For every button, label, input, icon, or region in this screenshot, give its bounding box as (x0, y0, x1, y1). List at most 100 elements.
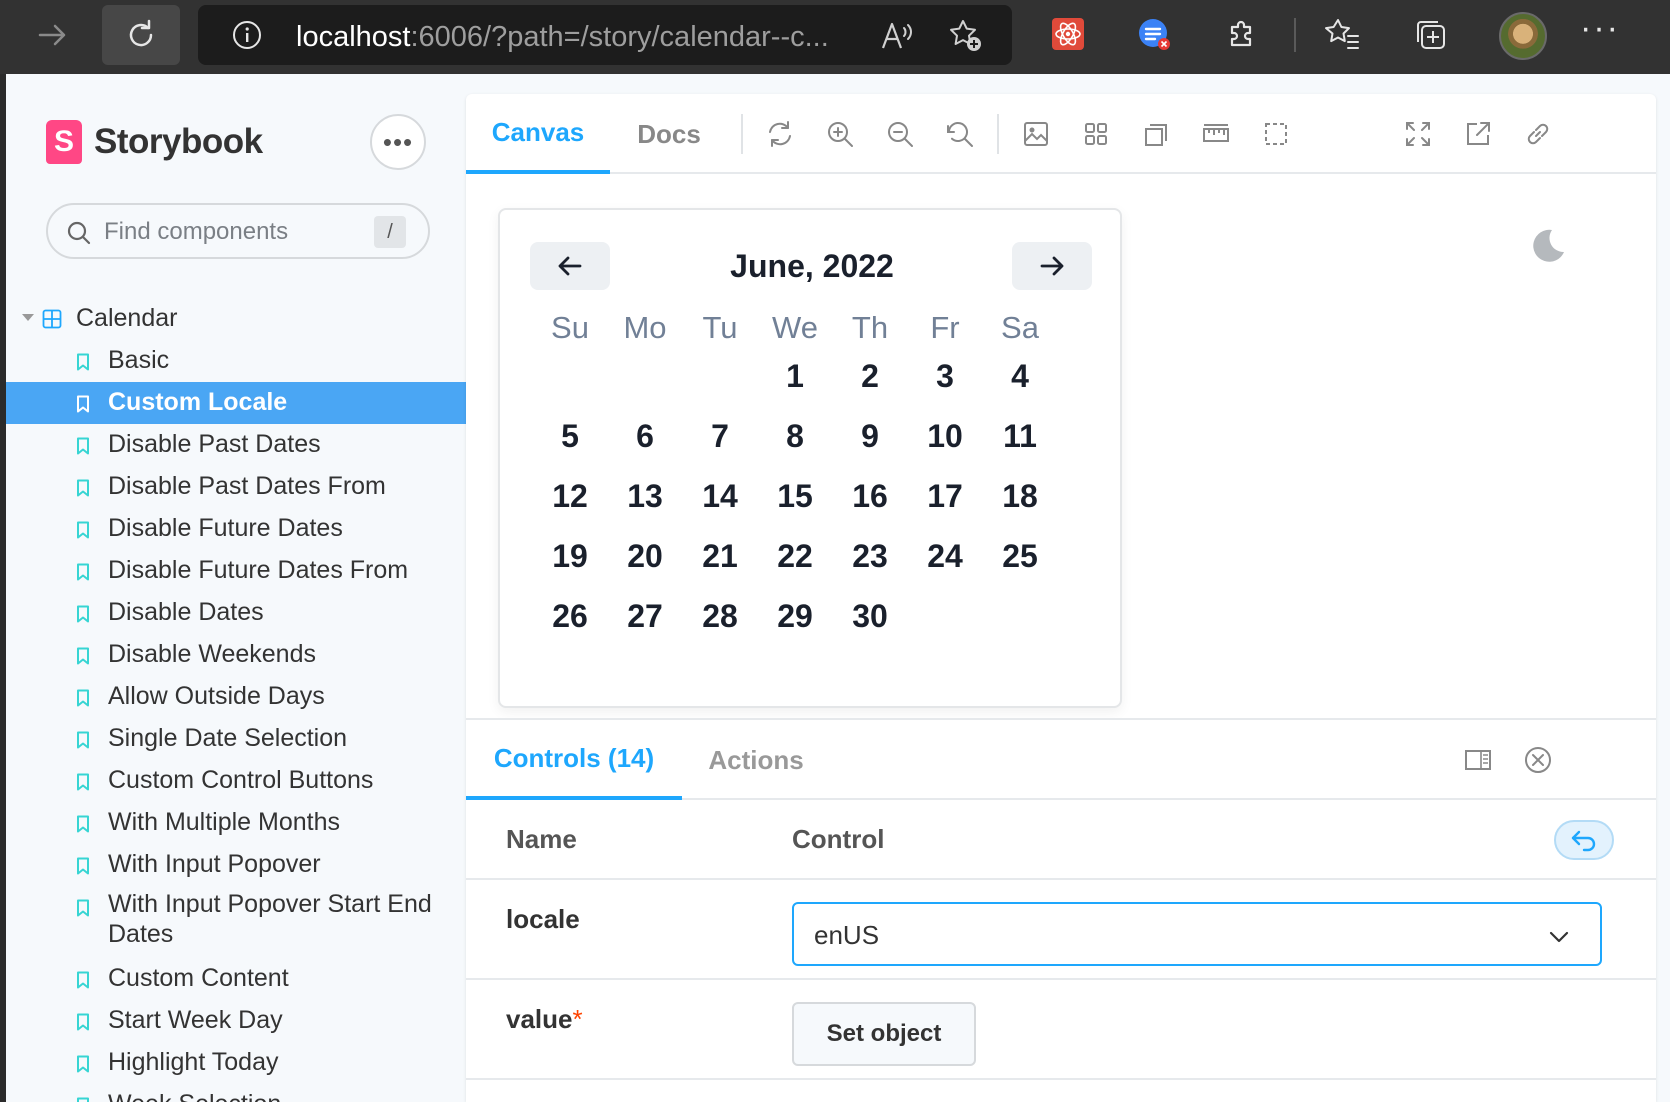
column-control-header: Control (792, 824, 885, 854)
calendar-day[interactable]: 26 (530, 586, 610, 646)
calendar-day[interactable]: 25 (980, 526, 1060, 586)
locale-select[interactable]: enUS (792, 902, 1602, 966)
story-item-label: Custom Content (108, 964, 289, 992)
calendar-day[interactable]: 14 (680, 466, 760, 526)
story-item[interactable]: Disable Past Dates (6, 424, 466, 466)
caret-down-icon[interactable] (22, 314, 34, 321)
story-item[interactable]: Disable Future Dates (6, 508, 466, 550)
zoom-out-button[interactable] (882, 116, 918, 152)
more-options-icon[interactable]: ··· (1580, 11, 1620, 52)
remount-button[interactable] (762, 116, 798, 152)
calendar-day[interactable]: 30 (830, 586, 910, 646)
address-bar[interactable]: localhost:6006/?path=/story/calendar--c.… (198, 5, 1012, 65)
story-item[interactable]: Custom Locale (6, 382, 466, 424)
search-input[interactable] (104, 213, 364, 251)
info-icon[interactable] (232, 20, 262, 50)
profile-avatar[interactable] (1499, 12, 1547, 60)
favorites-button[interactable] (1322, 14, 1362, 54)
story-item[interactable]: With Input Popover (6, 844, 466, 886)
reset-controls-button[interactable] (1554, 820, 1614, 860)
tab-controls[interactable]: Controls (14) (466, 720, 682, 800)
bookmark-icon (77, 647, 89, 665)
calendar-day[interactable]: 6 (605, 406, 685, 466)
tab-canvas[interactable]: Canvas (466, 94, 610, 174)
story-item[interactable]: With Input Popover Start End Dates (6, 886, 466, 958)
calendar-day[interactable]: 3 (905, 346, 985, 406)
calendar-day[interactable]: 2 (830, 346, 910, 406)
panel-orientation-icon[interactable] (1462, 744, 1494, 776)
calendar-day[interactable]: 29 (755, 586, 835, 646)
story-item[interactable]: With Multiple Months (6, 802, 466, 844)
grid-button[interactable] (1078, 116, 1114, 152)
calendar-day[interactable]: 10 (905, 406, 985, 466)
sidebar-menu-button[interactable]: ••• (370, 114, 426, 170)
extensions-button[interactable] (1222, 14, 1262, 54)
calendar-day[interactable]: 18 (980, 466, 1060, 526)
set-object-button[interactable]: Set object (792, 1002, 976, 1066)
react-devtools-extension[interactable] (1048, 14, 1088, 54)
copy-link-button[interactable] (1520, 116, 1556, 152)
tree-group-calendar[interactable]: Calendar (6, 298, 466, 340)
add-favorite-icon[interactable] (948, 18, 982, 52)
calendar-day[interactable]: 5 (530, 406, 610, 466)
story-item[interactable]: Custom Content (6, 958, 466, 1000)
calendar-day[interactable]: 13 (605, 466, 685, 526)
calendar-day[interactable]: 24 (905, 526, 985, 586)
bookmark-icon (77, 815, 89, 833)
bookmark-icon (77, 1055, 89, 1073)
story-item[interactable]: Highlight Today (6, 1042, 466, 1084)
open-new-tab-button[interactable] (1460, 116, 1496, 152)
calendar-day[interactable]: 27 (605, 586, 685, 646)
zoom-in-button[interactable] (822, 116, 858, 152)
story-item[interactable]: Disable Weekends (6, 634, 466, 676)
story-item[interactable]: Basic (6, 340, 466, 382)
background-button[interactable] (1018, 116, 1054, 152)
collections-button[interactable] (1410, 14, 1450, 54)
refresh-button[interactable] (102, 5, 180, 65)
preview-panel: Canvas Docs June, 2022 Su Mo Tu We Th Fr… (466, 94, 1656, 1102)
outline-button[interactable] (1258, 116, 1294, 152)
toolbar-separator (997, 114, 999, 154)
measure-button[interactable] (1198, 116, 1234, 152)
calendar-day[interactable]: 16 (830, 466, 910, 526)
calendar-day[interactable]: 19 (530, 526, 610, 586)
calendar-day[interactable]: 9 (830, 406, 910, 466)
story-item[interactable]: Disable Future Dates From (6, 550, 466, 592)
moon-icon[interactable] (1526, 226, 1566, 266)
story-item[interactable]: Allow Outside Days (6, 676, 466, 718)
calendar-day[interactable]: 4 (980, 346, 1060, 406)
story-item-label: Disable Past Dates From (108, 472, 386, 500)
forward-button[interactable] (14, 5, 92, 65)
calendar-day[interactable]: 21 (680, 526, 760, 586)
tab-actions[interactable]: Actions (682, 720, 830, 800)
calendar-day[interactable]: 1 (755, 346, 835, 406)
story-item[interactable]: Single Date Selection (6, 718, 466, 760)
calendar-day[interactable]: 22 (755, 526, 835, 586)
extension-blue[interactable] (1134, 14, 1174, 54)
canvas-area: June, 2022 Su Mo Tu We Th Fr Sa 1 2 3 4 5 6 7 8 9 10 11 1… (466, 174, 1656, 718)
bookmark-icon (77, 605, 89, 623)
zoom-reset-button[interactable] (942, 116, 978, 152)
storybook-brand[interactable]: S Storybook (46, 120, 263, 164)
story-item[interactable]: Disable Past Dates From (6, 466, 466, 508)
tab-docs[interactable]: Docs (610, 94, 728, 174)
calendar-day[interactable]: 15 (755, 466, 835, 526)
viewport-button[interactable] (1138, 116, 1174, 152)
calendar-day[interactable]: 20 (605, 526, 685, 586)
calendar-day[interactable]: 23 (830, 526, 910, 586)
calendar-day[interactable]: 28 (680, 586, 760, 646)
calendar-day[interactable]: 17 (905, 466, 985, 526)
calendar-day[interactable]: 11 (980, 406, 1060, 466)
search-box[interactable]: / (46, 203, 430, 259)
calendar-day[interactable]: 8 (755, 406, 835, 466)
close-panel-icon[interactable] (1522, 744, 1554, 776)
story-item[interactable]: Custom Control Buttons (6, 760, 466, 802)
story-item[interactable]: Week Selection (6, 1084, 466, 1102)
read-aloud-icon[interactable] (880, 20, 914, 52)
calendar-day[interactable]: 7 (680, 406, 760, 466)
calendar-day[interactable]: 12 (530, 466, 610, 526)
story-item[interactable]: Disable Dates (6, 592, 466, 634)
story-item[interactable]: Start Week Day (6, 1000, 466, 1042)
next-month-button[interactable] (1012, 242, 1092, 290)
fullscreen-button[interactable] (1400, 116, 1436, 152)
